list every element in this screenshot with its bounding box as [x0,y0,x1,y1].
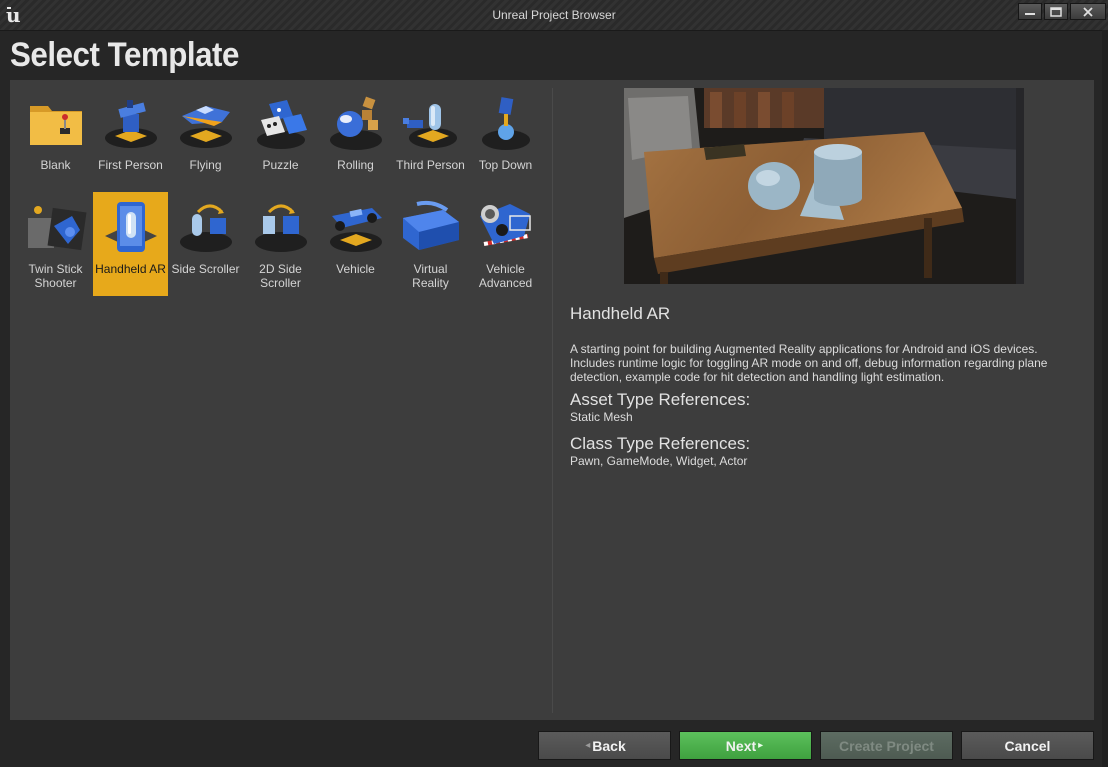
minimize-icon [1025,12,1035,15]
twin-stick-ship-icon [27,206,86,251]
template-label: 2D Side Scroller [259,262,302,290]
template-tile-rolling[interactable]: Rolling [318,88,393,192]
2d-side-scroller-icon [254,204,307,252]
next-button-label: Next [725,737,757,754]
template-label: Handheld AR [95,262,166,276]
template-tile-puzzle[interactable]: Puzzle [243,88,318,192]
asset-type-references-heading: Asset Type References: [570,390,751,409]
vr-headset-icon [402,200,459,250]
spaceship-icon [179,106,232,148]
template-label: First Person [98,158,163,172]
template-tile-vehicle-advanced[interactable]: Vehicle Advanced [468,192,543,296]
puzzle-blocks-icon [256,100,307,149]
capsule-character-icon [402,104,457,148]
minimize-button[interactable] [1018,3,1042,20]
cancel-button-label: Cancel [1004,737,1051,754]
close-icon [1083,6,1093,17]
template-label: Flying [189,158,222,172]
phone-ar-icon [104,202,157,252]
vehicle-advanced-icon [479,204,531,246]
pane-divider [552,88,553,713]
template-details: Handheld AR A starting point for buildin… [570,304,1090,478]
template-label: Twin Stick Shooter [28,262,83,290]
class-type-references-heading: Class Type References: [570,434,751,453]
template-label: Vehicle [336,262,375,276]
template-label: Side Scroller [171,262,240,276]
template-tile-handheld-ar[interactable]: Handheld AR [93,192,168,296]
template-label: Blank [40,158,71,172]
template-label: Rolling [337,158,374,172]
rolling-ball-icon [329,96,382,150]
page-title: Select Template [10,36,239,74]
back-button-label: Back [592,737,626,754]
window-edge [1102,30,1108,767]
template-description: A starting point for building Augmented … [570,342,1048,384]
template-tile-third-person[interactable]: Third Person [393,88,468,192]
back-button[interactable]: ◂ Back [538,731,671,760]
vehicle-car-icon [329,208,382,252]
title-bar[interactable]: u Unreal Project Browser [0,0,1108,31]
cancel-button[interactable]: Cancel [961,731,1094,760]
template-browser-panel: Blank First Person Flying Puzzle Rolling… [10,80,1094,720]
template-grid: Blank First Person Flying Puzzle Rolling… [10,80,552,720]
template-tile-top-down[interactable]: Top Down [468,88,543,192]
template-name: Handheld AR [570,304,671,323]
template-tile-twin-stick-shooter[interactable]: Twin Stick Shooter [18,192,93,296]
window-title: Unreal Project Browser [492,8,616,22]
maximize-button[interactable] [1044,3,1068,20]
template-label: Puzzle [262,158,299,172]
create-project-label: Create Project [839,737,934,754]
template-label: Top Down [478,158,533,172]
class-type-references: Pawn, GameMode, Widget, Actor [570,454,748,468]
top-down-character-icon [481,97,530,150]
template-label: Third Person [396,158,465,172]
folder-joystick-icon [29,106,82,145]
close-window-button[interactable] [1070,3,1106,20]
template-tile-virtual-reality[interactable]: Virtual Reality [393,192,468,296]
template-tile-vehicle[interactable]: Vehicle [318,192,393,296]
template-tile-2d-side-scroller[interactable]: 2D Side Scroller [243,192,318,296]
template-preview-image [624,88,1024,284]
asset-type-references: Static Mesh [570,410,633,424]
chevron-left-icon: ◂ [585,740,591,751]
template-tile-side-scroller[interactable]: Side Scroller [168,192,243,296]
template-tile-flying[interactable]: Flying [168,88,243,192]
create-project-button[interactable]: Create Project [820,731,953,760]
chevron-right-icon: ▸ [758,740,764,751]
template-label: Vehicle Advanced [478,262,533,290]
maximize-icon [1050,6,1062,17]
template-tile-first-person[interactable]: First Person [93,88,168,192]
template-tile-blank[interactable]: Blank [18,88,93,192]
side-scroller-icon [179,204,232,252]
template-label: Virtual Reality [412,262,449,290]
next-button[interactable]: Next ▸ [679,731,812,760]
gun-turret-icon [104,100,157,148]
